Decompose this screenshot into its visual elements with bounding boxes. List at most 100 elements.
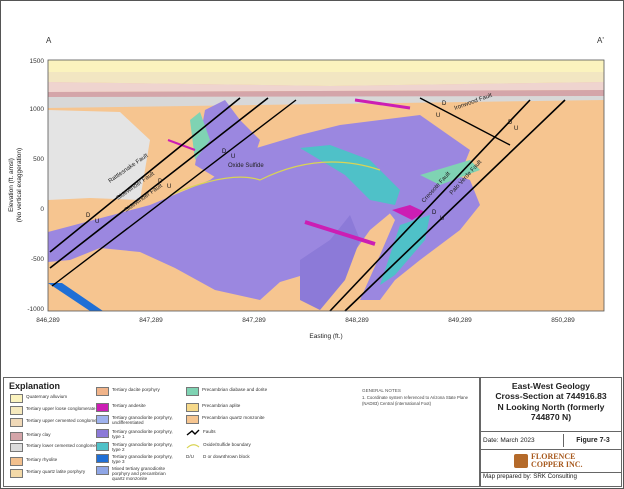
legend-item: Tertiary upper loose conglomerate (10, 406, 95, 415)
du-marker: D (508, 120, 513, 126)
legend-swatch (10, 394, 23, 403)
y-tick-label: 0 (40, 206, 44, 213)
prepared-by: Map prepared by: SRK Consulting (483, 473, 577, 480)
legend-label: Tertiary granodiorite porphyry, type 3 (112, 454, 173, 465)
legend-swatch (96, 454, 109, 463)
legend-swatch (10, 432, 23, 441)
legend-prefix: D/U (186, 454, 194, 459)
du-marker: D (158, 179, 163, 185)
legend-label: Tertiary rhyolite (26, 457, 58, 462)
title-line: N Looking North (formerly (497, 401, 605, 412)
legend-label: Quaternary alluvium (26, 394, 68, 399)
figure-date: Date: March 2023 (481, 434, 564, 447)
legend-swatch (186, 403, 199, 412)
logo-icon (514, 454, 528, 468)
legend-swatch (10, 469, 23, 478)
legend-label: Tertiary clay (26, 432, 51, 437)
legend-item: Tertiary rhyolite (10, 457, 57, 466)
legend-item: Precambrian aplite (186, 403, 286, 412)
x-tick-label: 850,289 (551, 317, 575, 324)
title-line: East-West Geology (511, 381, 591, 391)
figure-number: Figure 7-3 (576, 437, 610, 444)
x-tick-label: 846,289 (36, 317, 60, 324)
legend-swatch (10, 418, 23, 427)
du-marker: U (440, 216, 444, 222)
legend-item: Tertiary granodiorite porphyry, type 2 (96, 442, 176, 452)
legend-item: Tertiary lower cemented conglomerate (10, 443, 104, 452)
y-tick-label: -1000 (27, 306, 44, 313)
fault-symbol-icon (186, 429, 200, 436)
x-tick-label: 847,289 (139, 317, 163, 324)
legend-item: Tertiary granodiorite porphyry, undiffer… (96, 415, 176, 425)
y-axis-title-line1: Elevation (ft. amsl) (8, 158, 15, 212)
du-marker: U (514, 126, 518, 132)
legend-item: Tertiary andesite (96, 403, 176, 412)
explanation-title: Explanation (9, 381, 61, 391)
legend-swatch (96, 466, 109, 475)
cross-section-plot: 1500 1000 500 0 -500 -1000 846,289 847,2… (8, 58, 605, 340)
note-item: 1. Coordinate system referenced to Arizo… (362, 395, 469, 406)
figure-title: East-West Geology Cross-Section at 74491… (481, 381, 621, 432)
legend-item: Tertiary dacite porphyry (96, 387, 176, 396)
legend-swatch (10, 457, 23, 466)
legend-item: Oxide/Sulfide boundary (186, 442, 286, 450)
alluvium-layer (48, 60, 604, 72)
legend-swatch (10, 406, 23, 415)
boundary-symbol-icon (186, 444, 200, 449)
logo-text: FLORENCE COPPER INC. (531, 452, 583, 469)
legend-item: Faults (186, 429, 286, 437)
du-marker: D (442, 101, 447, 107)
y-tick-label: 1500 (30, 58, 45, 65)
du-marker: D (432, 210, 437, 216)
legend-label: Precambrian diabase and dorite (202, 387, 268, 392)
legend-label: Mixed tertiary granodiorite porphyry and… (112, 466, 166, 482)
legend-swatch (186, 415, 199, 424)
du-marker: U (231, 154, 235, 160)
fault-label: Oxide Sulfide (228, 163, 264, 169)
legend-item: Tertiary clay (10, 432, 51, 441)
x-tick-label: 847,289 (242, 317, 266, 324)
legend-label: D or downthrown block (203, 454, 250, 459)
legend-item: D/U D or downthrown block (186, 454, 286, 459)
du-marker: U (95, 219, 99, 225)
legend-swatch (186, 387, 199, 396)
x-tick-label: 849,289 (448, 317, 472, 324)
x-axis-title: Easting (ft.) (309, 333, 342, 340)
legend-label: Precambrian quartz monzonite (202, 415, 265, 420)
legend-label: Tertiary andesite (112, 403, 146, 408)
title-line: 744870 N) (530, 412, 572, 423)
legend-swatch (96, 403, 109, 412)
du-marker: D (222, 149, 227, 155)
du-marker: U (436, 113, 440, 119)
legend-label: Tertiary dacite porphyry (112, 387, 160, 392)
legend-swatch (96, 415, 109, 424)
y-axis-title-line2: (No vertical exaggeration) (16, 148, 23, 222)
legend-item: Tertiary granodiorite porphyry, type 3 (96, 454, 176, 464)
notes-title: GENERAL NOTES (362, 388, 401, 393)
legend-label: Tertiary upper cemented conglomerate (26, 418, 105, 423)
legend-label: Tertiary lower cemented conglomerate (26, 443, 104, 448)
legend-item: Mixed tertiary granodiorite porphyry and… (96, 466, 178, 482)
general-notes: GENERAL NOTES 1. Coordinate system refer… (362, 388, 474, 406)
company-logo: FLORENCE COPPER INC. (481, 449, 621, 473)
x-tick-label: 848,289 (345, 317, 369, 324)
legend-item: Tertiary upper cemented conglomerate (10, 418, 105, 427)
legend-swatch (96, 387, 109, 396)
legend-swatch (96, 429, 109, 438)
y-tick-label: -500 (31, 256, 44, 263)
title-block: East-West Geology Cross-Section at 74491… (480, 377, 622, 487)
title-line: Cross-Section at 744916.83 (495, 391, 607, 402)
legend-swatch (10, 443, 23, 452)
legend-label: Tertiary upper loose conglomerate (26, 406, 96, 411)
legend-label: Faults (203, 429, 216, 434)
y-tick-label: 500 (33, 156, 44, 163)
legend-item: Quaternary alluvium (10, 394, 67, 403)
legend-label: Oxide/Sulfide boundary (203, 442, 251, 447)
legend-label: Tertiary granodiorite porphyry, undiffer… (112, 415, 173, 426)
du-marker: U (167, 184, 171, 190)
du-marker: D (86, 213, 91, 219)
legend-item: Precambrian diabase and dorite (186, 387, 286, 396)
legend-item: Precambrian quartz monzonite (186, 415, 286, 424)
legend-item: Tertiary granodiorite porphyry, type 1 (96, 429, 176, 439)
legend-label: Tertiary quartz latite porphyry (26, 469, 86, 474)
